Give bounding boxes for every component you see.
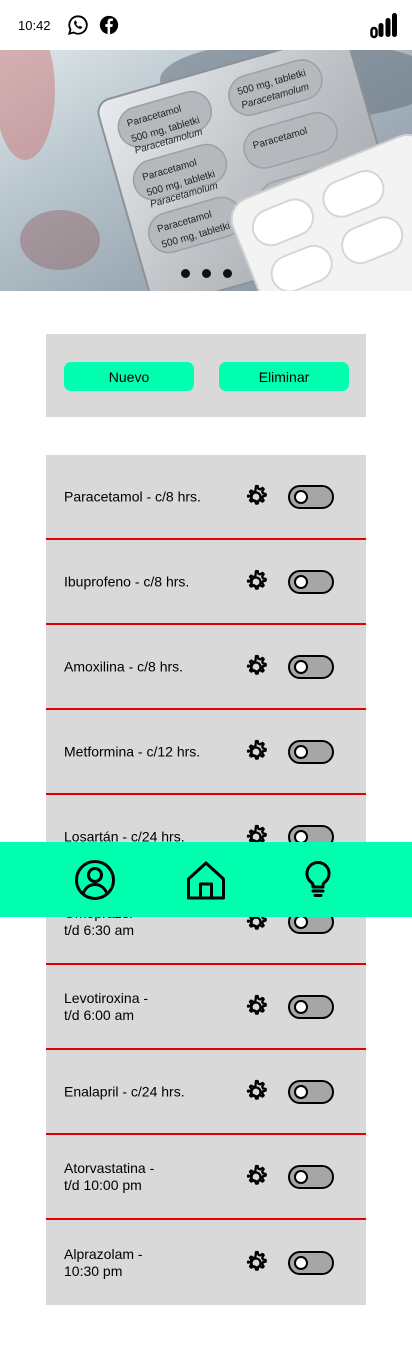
reminder-toggle[interactable] bbox=[288, 739, 334, 764]
lightbulb-icon[interactable] bbox=[297, 859, 339, 901]
toggle-knob bbox=[294, 574, 308, 589]
medication-row[interactable]: Paracetamol - c/8 hrs. bbox=[46, 455, 366, 540]
medication-label: Amoxilina - c/8 hrs. bbox=[64, 658, 184, 674]
gear-icon[interactable] bbox=[240, 1247, 272, 1279]
gear-icon[interactable] bbox=[240, 991, 272, 1023]
carousel-dot[interactable] bbox=[222, 269, 232, 278]
medication-row[interactable]: Ibuprofeno - c/8 hrs. bbox=[46, 540, 366, 625]
reminder-toggle[interactable] bbox=[288, 1250, 334, 1275]
medication-row[interactable]: Atorvastatina - t/d 10:00 pm bbox=[46, 1135, 366, 1220]
pill-pack-illustration: Paracetamol 500 mg, tabletki Paracetamol… bbox=[0, 50, 412, 291]
medication-label: Enalapril - c/24 hrs. bbox=[64, 1083, 185, 1099]
new-button[interactable]: Nuevo bbox=[64, 362, 194, 391]
toggle-knob bbox=[294, 1084, 308, 1099]
toggle-knob bbox=[294, 1169, 308, 1184]
gear-icon[interactable] bbox=[240, 1076, 272, 1108]
delete-button[interactable]: Eliminar bbox=[219, 362, 349, 391]
reminder-toggle[interactable] bbox=[288, 994, 334, 1019]
action-panel: Nuevo Eliminar bbox=[46, 334, 366, 417]
medication-label: Levotiroxina - t/d 6:00 am bbox=[64, 989, 149, 1023]
gear-icon[interactable] bbox=[240, 566, 272, 598]
profile-icon[interactable] bbox=[74, 859, 116, 901]
medication-label: Atorvastatina - t/d 10:00 pm bbox=[64, 1159, 155, 1193]
carousel-dot[interactable] bbox=[180, 269, 190, 278]
signal-icon bbox=[370, 13, 397, 39]
medication-row[interactable]: Amoxilina - c/8 hrs. bbox=[46, 625, 366, 710]
gear-icon[interactable] bbox=[240, 481, 272, 513]
home-icon[interactable] bbox=[185, 859, 227, 901]
medication-row[interactable]: Metformina - c/12 hrs. bbox=[46, 710, 366, 795]
medication-label: Paracetamol - c/8 hrs. bbox=[64, 488, 201, 504]
toggle-knob bbox=[294, 744, 308, 759]
gear-icon[interactable] bbox=[240, 1161, 272, 1193]
reminder-toggle[interactable] bbox=[288, 569, 334, 594]
toggle-knob bbox=[294, 489, 308, 504]
carousel-dot[interactable] bbox=[201, 269, 211, 278]
whatsapp-icon bbox=[67, 15, 88, 36]
facebook-icon bbox=[99, 15, 119, 35]
medication-label: Alprazolam - 10:30 pm bbox=[64, 1245, 143, 1279]
status-time: 10:42 bbox=[18, 18, 51, 33]
gear-icon[interactable] bbox=[240, 736, 272, 768]
reminder-toggle[interactable] bbox=[288, 1079, 334, 1104]
medication-label: Metformina - c/12 hrs. bbox=[64, 743, 201, 759]
hero-image: Paracetamol 500 mg, tabletki Paracetamol… bbox=[0, 50, 412, 291]
toggle-knob bbox=[294, 1255, 308, 1270]
carousel-dots bbox=[0, 269, 412, 278]
status-bar: 10:42 bbox=[0, 0, 412, 50]
bottom-nav bbox=[0, 842, 412, 917]
medication-row[interactable]: Levotiroxina - t/d 6:00 am bbox=[46, 965, 366, 1050]
reminder-toggle[interactable] bbox=[288, 654, 334, 679]
medication-row[interactable]: Alprazolam - 10:30 pm bbox=[46, 1220, 366, 1305]
toggle-knob bbox=[294, 999, 308, 1014]
gear-icon[interactable] bbox=[240, 651, 272, 683]
toggle-knob bbox=[294, 659, 308, 674]
reminder-toggle[interactable] bbox=[288, 484, 334, 509]
medication-label: Ibuprofeno - c/8 hrs. bbox=[64, 573, 190, 589]
reminder-toggle[interactable] bbox=[288, 1164, 334, 1189]
medication-row[interactable]: Enalapril - c/24 hrs. bbox=[46, 1050, 366, 1135]
